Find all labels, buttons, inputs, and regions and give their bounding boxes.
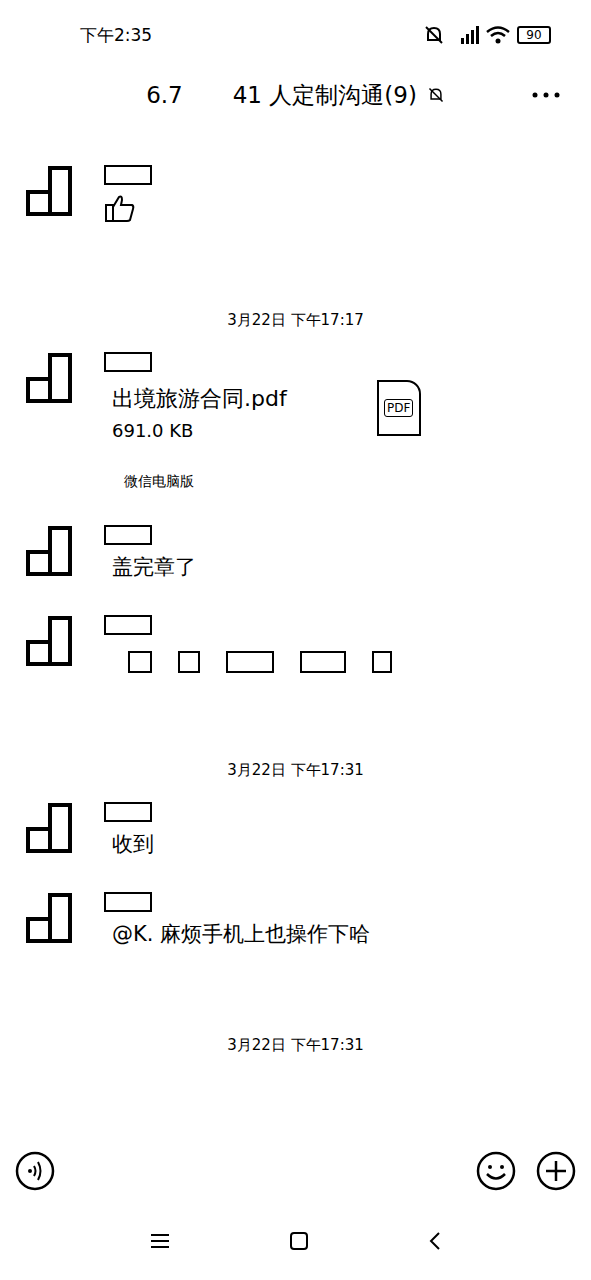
status-bar: 下午2:35 90 <box>0 0 591 70</box>
message-body: 盖完章了 <box>100 525 567 581</box>
title-text: 41 人定制沟通(9) <box>233 80 417 111</box>
message-text: @K. 麻烦手机上也操作下哈 <box>112 920 567 948</box>
muted-bell-icon <box>427 86 445 104</box>
message-list: 3月22日 下午17:17 出境旅游合同.pdf 691.0 KB PDF 微信电脑版盖… <box>0 120 591 1140</box>
message-row: @K. 麻烦手机上也操作下哈 <box>24 892 567 948</box>
status-icons: 90 <box>423 24 551 46</box>
message-row <box>24 615 567 673</box>
battery-level: 90 <box>526 29 541 41</box>
file-name: 出境旅游合同.pdf <box>112 384 287 414</box>
message-text: 盖完章了 <box>112 553 567 581</box>
sender-name-redacted <box>104 525 152 545</box>
signal-icon <box>451 24 479 46</box>
timestamp: 3月22日 下午17:17 <box>24 311 567 330</box>
file-message[interactable]: 出境旅游合同.pdf 691.0 KB PDF <box>112 380 567 441</box>
timestamp: 3月22日 下午17:31 <box>24 761 567 780</box>
redacted-block <box>178 651 200 673</box>
message-body: @K. 麻烦手机上也操作下哈 <box>100 892 567 948</box>
redacted-block <box>372 651 392 673</box>
wifi-icon <box>485 24 511 46</box>
redacted-block <box>226 651 274 673</box>
avatar-icon[interactable] <box>24 352 76 404</box>
sender-name-redacted <box>104 892 152 912</box>
sender-name-redacted <box>104 352 152 372</box>
message-row: 出境旅游合同.pdf 691.0 KB PDF 微信电脑版 <box>24 352 567 491</box>
message-row <box>24 165 567 223</box>
redacted-block <box>128 651 152 673</box>
emoji-icon[interactable] <box>475 1150 517 1192</box>
timestamp: 3月22日 下午17:31 <box>24 1036 567 1055</box>
file-info: 出境旅游合同.pdf 691.0 KB <box>112 380 287 441</box>
file-type: PDF <box>384 399 413 417</box>
avatar-icon[interactable] <box>24 165 76 217</box>
message-source: 微信电脑版 <box>124 473 567 491</box>
menu-icon[interactable] <box>149 1232 171 1250</box>
message-row: 盖完章了 <box>24 525 567 581</box>
message-body: 收到 <box>100 802 567 858</box>
thumbs-up-icon <box>104 193 136 223</box>
file-size: 691.0 KB <box>112 420 287 441</box>
chat-screen: 下午2:35 90 6.7 41 人定制沟通(9) 3月22日 下午17:17 出境旅游合… <box>0 0 591 1280</box>
status-time: 下午2:35 <box>80 24 152 47</box>
sender-name-redacted <box>104 165 152 185</box>
message-body <box>100 165 567 223</box>
battery-indicator: 90 <box>517 26 551 44</box>
voice-icon[interactable] <box>14 1150 56 1192</box>
title-prefix: 6.7 <box>146 82 183 108</box>
message-body <box>100 615 567 673</box>
redacted-block <box>300 651 346 673</box>
more-icon[interactable] <box>531 90 561 100</box>
chat-title: 6.7 41 人定制沟通(9) <box>146 80 445 111</box>
chat-header: 6.7 41 人定制沟通(9) <box>0 70 591 120</box>
plus-icon[interactable] <box>535 1150 577 1192</box>
navigation-bar <box>0 1202 591 1280</box>
input-bar <box>0 1140 591 1202</box>
avatar-icon[interactable] <box>24 615 76 667</box>
avatar-icon[interactable] <box>24 525 76 577</box>
message-text: 收到 <box>112 830 567 858</box>
back-icon[interactable] <box>428 1231 442 1251</box>
message-row: 收到 <box>24 802 567 858</box>
home-icon[interactable] <box>289 1231 309 1251</box>
pdf-file-icon: PDF <box>377 380 421 436</box>
input-actions <box>475 1150 577 1192</box>
sender-name-redacted <box>104 802 152 822</box>
avatar-icon[interactable] <box>24 802 76 854</box>
mute-bell-icon <box>423 24 445 46</box>
sender-name-redacted <box>104 615 152 635</box>
avatar-icon[interactable] <box>24 892 76 944</box>
redacted-message <box>128 651 567 673</box>
message-body: 出境旅游合同.pdf 691.0 KB PDF 微信电脑版 <box>100 352 567 491</box>
